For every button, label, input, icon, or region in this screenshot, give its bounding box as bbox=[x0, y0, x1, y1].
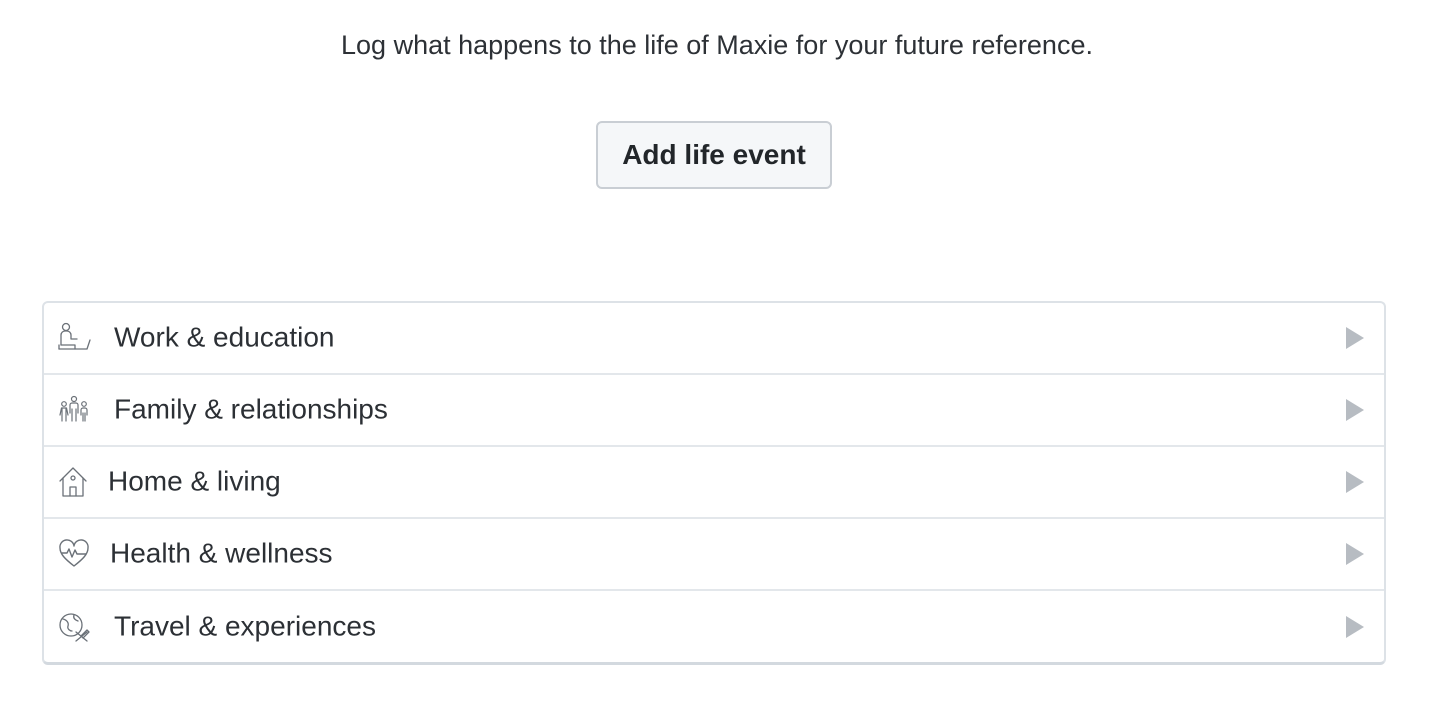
category-label: Home & living bbox=[108, 465, 281, 497]
heart-pulse-icon bbox=[56, 536, 92, 572]
category-label: Work & education bbox=[114, 321, 335, 353]
intro-text: Log what happens to the life of Maxie fo… bbox=[341, 30, 1093, 60]
category-travel-experiences[interactable]: Travel & experiences bbox=[44, 591, 1384, 662]
family-icon bbox=[56, 392, 92, 428]
category-label: Travel & experiences bbox=[114, 610, 376, 642]
category-list: Work & education Family & relationships bbox=[42, 301, 1386, 665]
life-events-page: Log what happens to the life of Maxie fo… bbox=[0, 0, 1434, 728]
category-health-wellness[interactable]: Health & wellness bbox=[44, 519, 1384, 591]
chevron-right-icon bbox=[1346, 616, 1364, 638]
category-label: Family & relationships bbox=[114, 393, 388, 425]
chevron-right-icon bbox=[1346, 543, 1364, 565]
chevron-right-icon bbox=[1346, 471, 1364, 493]
category-family-relationships[interactable]: Family & relationships bbox=[44, 375, 1384, 447]
category-work-education[interactable]: Work & education bbox=[44, 303, 1384, 375]
globe-plane-icon bbox=[56, 609, 92, 645]
work-education-icon bbox=[56, 320, 92, 356]
category-label: Health & wellness bbox=[110, 537, 333, 569]
category-home-living[interactable]: Home & living bbox=[44, 447, 1384, 519]
home-icon bbox=[56, 464, 92, 500]
add-life-event-button[interactable]: Add life event bbox=[596, 121, 832, 189]
chevron-right-icon bbox=[1346, 399, 1364, 421]
chevron-right-icon bbox=[1346, 327, 1364, 349]
